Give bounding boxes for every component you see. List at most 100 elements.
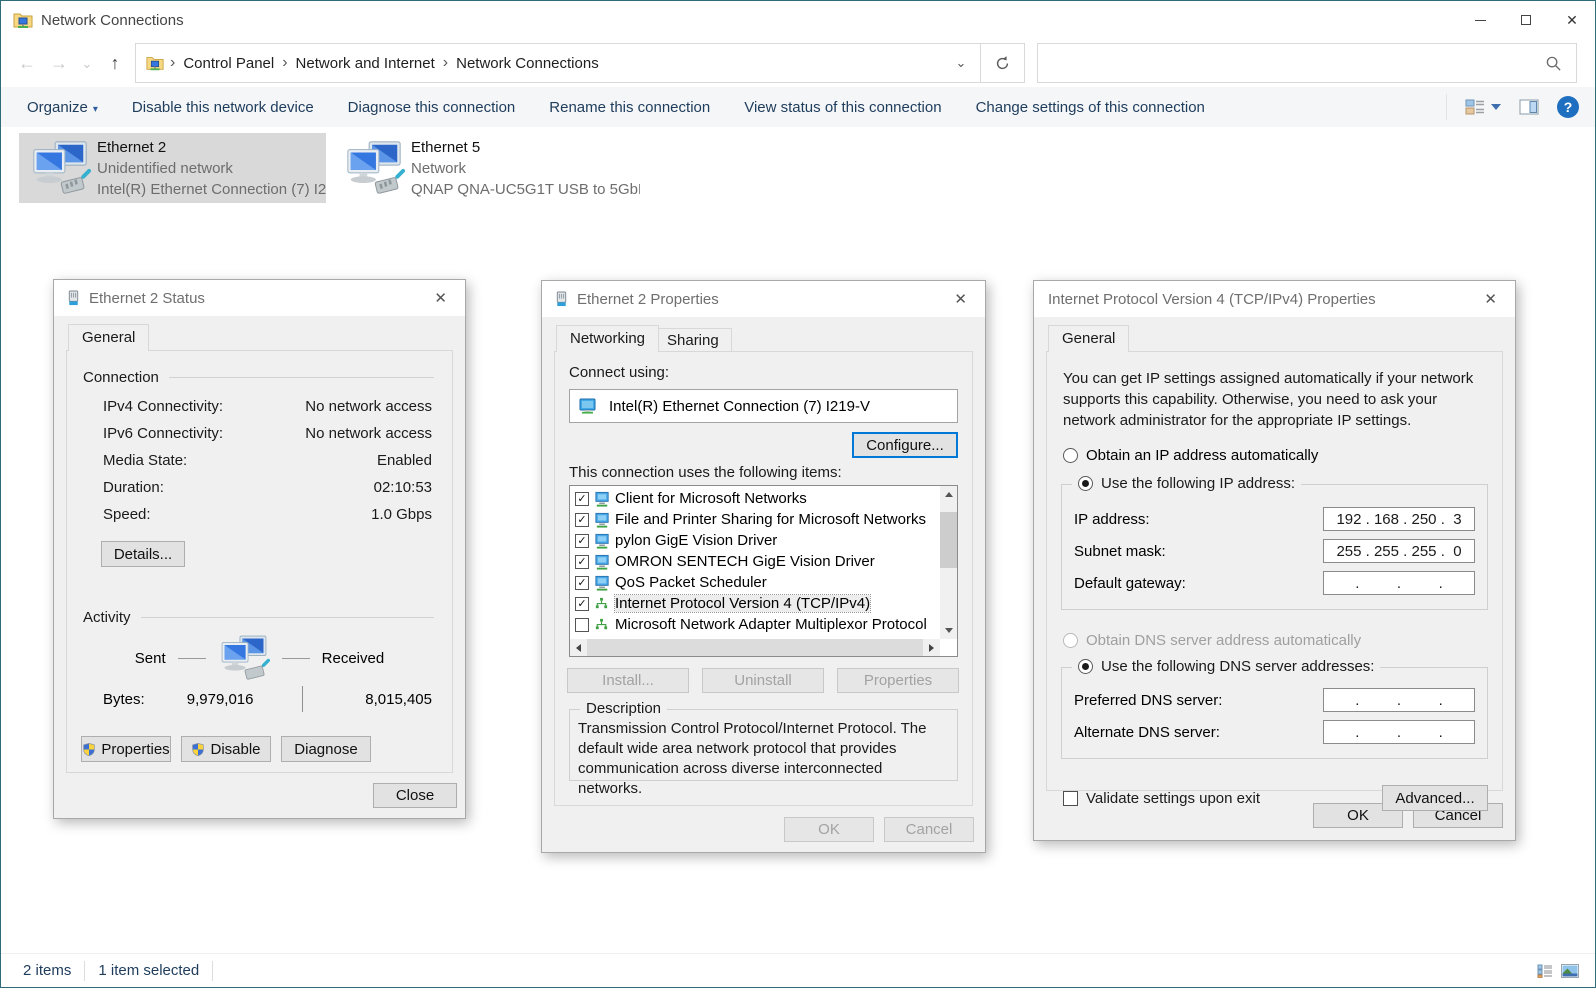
view-status-button[interactable]: View status of this connection xyxy=(744,99,941,116)
ip-address-field[interactable]: 192 . 168 . 250 . 3 xyxy=(1323,507,1475,531)
dialog-titlebar[interactable]: Internet Protocol Version 4 (TCP/IPv4) P… xyxy=(1034,281,1515,317)
list-item[interactable]: ✓pylon GigE Vision Driver xyxy=(571,530,939,551)
details-view-button[interactable] xyxy=(1537,964,1553,978)
back-icon[interactable]: ← xyxy=(11,54,43,72)
close-button[interactable]: Close xyxy=(373,783,457,808)
radio-icon[interactable] xyxy=(1063,448,1078,463)
obtain-ip-radio[interactable]: Obtain an IP address automatically xyxy=(1063,447,1486,464)
tab-networking[interactable]: Networking xyxy=(556,325,659,352)
preferred-dns-field[interactable]: . . . xyxy=(1323,688,1475,712)
bytes-label: Bytes: xyxy=(103,691,173,708)
uac-shield-icon xyxy=(82,742,96,757)
diagnose-connection-button[interactable]: Diagnose this connection xyxy=(348,99,516,116)
checkbox[interactable]: ✓ xyxy=(575,555,589,569)
subnet-mask-field[interactable]: 255 . 255 . 255 . 0 xyxy=(1323,539,1475,563)
configure-button[interactable]: Configure... xyxy=(852,432,958,458)
breadcrumb-network-and-internet[interactable]: Network and Internet xyxy=(288,55,443,72)
list-item[interactable]: ✓Client for Microsoft Networks xyxy=(571,488,939,509)
sent-bytes: 9,979,016 xyxy=(173,691,288,708)
breadcrumb-network-connections[interactable]: Network Connections xyxy=(448,55,607,72)
search-input[interactable] xyxy=(1038,55,1531,71)
protocol-icon xyxy=(594,596,613,611)
close-icon[interactable]: ✕ xyxy=(1478,288,1503,310)
scroll-right-icon[interactable] xyxy=(923,639,940,656)
change-view-button[interactable] xyxy=(1465,99,1501,115)
alternate-dns-field[interactable]: . . . xyxy=(1323,720,1475,744)
disable-button[interactable]: Disable xyxy=(181,736,271,762)
preferred-dns-row: Preferred DNS server: . . . xyxy=(1074,688,1475,712)
validate-checkbox[interactable] xyxy=(1063,791,1078,806)
list-item[interactable]: ✓QoS Packet Scheduler xyxy=(571,572,939,593)
close-icon[interactable]: ✕ xyxy=(948,288,973,310)
checkbox[interactable]: ✓ xyxy=(575,597,589,611)
connection-name: Ethernet 2 xyxy=(97,137,326,158)
recent-locations-icon[interactable]: ⌄ xyxy=(75,57,99,70)
refresh-icon[interactable] xyxy=(980,44,1024,82)
scroll-left-icon[interactable] xyxy=(570,639,587,656)
connection-device: Intel(R) Ethernet Connection (7) I2... xyxy=(97,179,326,200)
close-icon[interactable]: ✕ xyxy=(428,287,453,309)
dialog-titlebar[interactable]: Ethernet 2 Status ✕ xyxy=(54,280,465,316)
list-item[interactable]: ✓Internet Protocol Version 4 (TCP/IPv4) xyxy=(571,593,939,614)
alternate-dns-label: Alternate DNS server: xyxy=(1074,724,1220,741)
scrollbar-thumb[interactable] xyxy=(587,639,923,656)
connection-item-ethernet5[interactable]: Ethernet 5 Network QNAP QNA-UC5G1T USB t… xyxy=(333,133,640,203)
tab-sharing[interactable]: Sharing xyxy=(654,328,732,353)
preview-pane-button[interactable] xyxy=(1519,99,1539,115)
list-item[interactable]: ✓File and Printer Sharing for Microsoft … xyxy=(571,509,939,530)
statusbar-separator xyxy=(84,961,85,981)
help-button[interactable]: ? xyxy=(1557,96,1579,118)
advanced-button[interactable]: Advanced... xyxy=(1382,785,1488,811)
radio-icon[interactable] xyxy=(1078,476,1093,491)
up-icon[interactable]: ↑ xyxy=(99,54,131,72)
maximize-icon[interactable] xyxy=(1503,1,1549,39)
status-row: Speed:1.0 Gbps xyxy=(103,506,432,523)
activity-computers-icon xyxy=(218,634,270,682)
connection-network: Unidentified network xyxy=(97,158,326,179)
disable-device-button[interactable]: Disable this network device xyxy=(132,99,314,116)
diagnose-button[interactable]: Diagnose xyxy=(281,736,371,762)
scroll-down-icon[interactable] xyxy=(940,622,957,639)
alternate-dns-row: Alternate DNS server: . . . xyxy=(1074,720,1475,744)
properties-button[interactable]: Properties xyxy=(81,736,171,762)
checkbox[interactable] xyxy=(575,618,589,632)
details-button[interactable]: Details... xyxy=(101,541,185,567)
scroll-up-icon[interactable] xyxy=(940,486,957,503)
checkbox[interactable]: ✓ xyxy=(575,492,589,506)
forward-icon[interactable]: → xyxy=(43,54,75,72)
scrollbar-thumb[interactable] xyxy=(940,512,957,568)
ok-button[interactable]: OK xyxy=(784,817,874,842)
list-item[interactable]: ✓OMRON SENTECH GigE Vision Driver xyxy=(571,551,939,572)
organize-button[interactable]: Organize▾ xyxy=(27,99,98,116)
install-button[interactable]: Install... xyxy=(567,668,689,693)
tab-general[interactable]: General xyxy=(1048,325,1129,352)
checkbox[interactable]: ✓ xyxy=(575,534,589,548)
large-icons-view-button[interactable] xyxy=(1561,964,1579,978)
close-icon[interactable]: ✕ xyxy=(1549,1,1595,39)
uninstall-button[interactable]: Uninstall xyxy=(702,668,824,693)
use-ip-radio[interactable]: Use the following IP address: xyxy=(1072,475,1301,492)
checkbox[interactable]: ✓ xyxy=(575,513,589,527)
checkbox[interactable]: ✓ xyxy=(575,576,589,590)
connection-item-ethernet2[interactable]: Ethernet 2 Unidentified network Intel(R)… xyxy=(19,133,326,203)
minimize-icon[interactable] xyxy=(1457,1,1503,39)
default-gateway-field[interactable]: . . . xyxy=(1323,571,1475,595)
horizontal-scrollbar[interactable] xyxy=(570,639,940,656)
item-properties-button[interactable]: Properties xyxy=(837,668,959,693)
use-dns-radio[interactable]: Use the following DNS server addresses: xyxy=(1072,658,1380,675)
radio-icon[interactable] xyxy=(1078,659,1093,674)
search-icon[interactable] xyxy=(1531,55,1576,72)
activity-row: Sent Received xyxy=(67,634,452,682)
cancel-button[interactable]: Cancel xyxy=(884,817,974,842)
breadcrumb-control-panel[interactable]: Control Panel xyxy=(175,55,282,72)
dialog-titlebar[interactable]: Ethernet 2 Properties ✕ xyxy=(542,281,985,317)
tab-general[interactable]: General xyxy=(68,324,149,351)
rename-connection-button[interactable]: Rename this connection xyxy=(549,99,710,116)
change-settings-button[interactable]: Change settings of this connection xyxy=(976,99,1205,116)
received-bytes: 8,015,405 xyxy=(318,691,433,708)
vertical-scrollbar[interactable] xyxy=(940,486,957,639)
address-bar[interactable]: › Control Panel › Network and Internet ›… xyxy=(135,43,1025,83)
list-item[interactable]: Microsoft Network Adapter Multiplexor Pr… xyxy=(571,614,939,635)
address-dropdown-icon[interactable]: ⌄ xyxy=(942,55,980,71)
toolbar-separator xyxy=(1446,94,1447,120)
